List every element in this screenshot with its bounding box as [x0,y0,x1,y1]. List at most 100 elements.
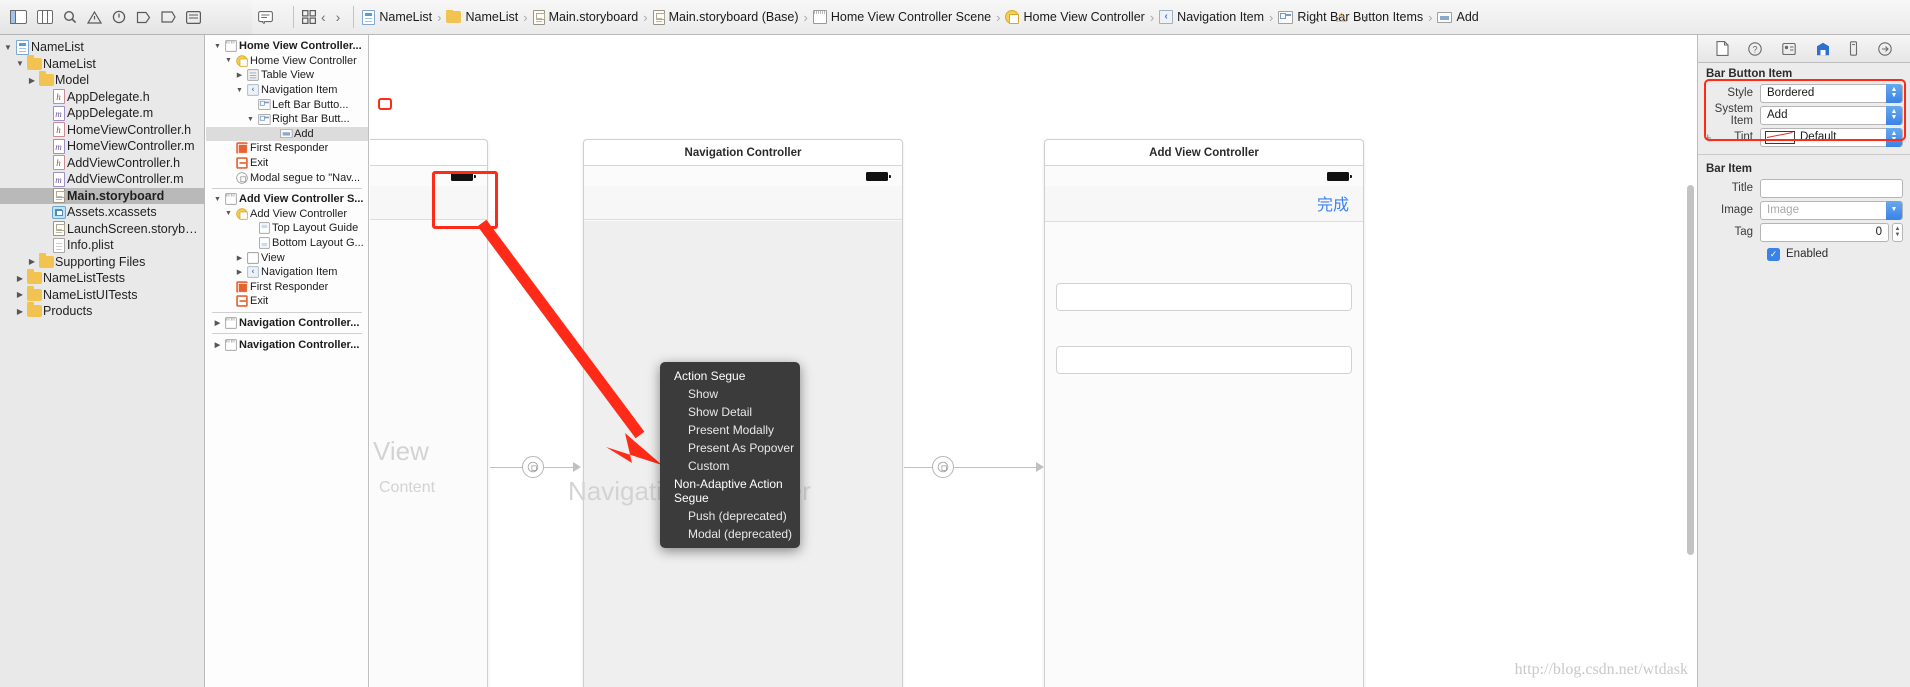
navigator-row-info-plist[interactable]: Info.plist [0,237,204,254]
navigator-row-model[interactable]: ▶ Model [0,71,204,89]
outline-row-left-bar-button-items[interactable]: Left Bar Butto... [206,97,368,112]
disclosure-triangle-icon[interactable]: ▼ [212,196,223,203]
chevron-updown-icon[interactable]: ▲ ▼ [1886,83,1902,103]
done-bar-button-item[interactable]: 完成 [1317,191,1349,215]
disclosure-triangle-icon[interactable]: ▼ [212,43,223,50]
disclosure-triangle-icon[interactable]: ▶ [212,341,223,349]
outline-row-add-exit[interactable]: Exit [206,294,368,309]
search-icon[interactable] [63,10,77,24]
disclosure-triangle-icon[interactable]: ▼ [223,210,234,217]
disclosure-triangle-icon[interactable]: ▶ [234,71,245,79]
navigator-row-products[interactable]: ▶ Products [0,302,204,320]
add-bar-item-button[interactable]: + [1704,130,1712,145]
breadcrumb-item-scene[interactable]: Home View Controller Scene [812,10,991,24]
file-inspector-icon[interactable] [1716,41,1729,56]
storyboard-canvas[interactable]: + View Content Navigation Controller Nav… [370,35,1697,687]
navigator-row-supporting-files[interactable]: ▶ Supporting Files [0,252,204,271]
outline-row-home-view-controller[interactable]: ▼ Home View Controller [206,54,368,69]
connections-inspector-icon[interactable] [1878,41,1892,56]
context-menu-item-modal-deprecated[interactable]: Modal (deprecated) [660,525,800,543]
disclosure-triangle-icon[interactable]: ▶ [14,307,26,316]
color-swatch[interactable] [1765,130,1795,144]
style-popup[interactable]: Bordered ▲ ▼ [1760,83,1903,103]
breadcrumb-item-navigation-item[interactable]: ‹ Navigation Item [1159,10,1264,24]
warning-icon[interactable] [87,10,102,24]
view-toggle-icon[interactable] [37,10,53,24]
outline-row-add-navigation-item[interactable]: ▶ ‹ Navigation Item [206,265,368,280]
navigator-row-homeviewcontroller-m[interactable]: m HomeViewController.m [0,138,204,155]
outline-row-first-responder[interactable]: First Responder [206,141,368,156]
context-menu-item-present-as-popover[interactable]: Present As Popover [660,439,800,457]
add-navigation-bar[interactable]: 完成 [1045,186,1363,222]
related-items-icon[interactable] [258,10,273,24]
editor-forward-chevron-icon[interactable]: › [1358,10,1373,26]
tag-field[interactable]: 0 [1760,222,1889,242]
outline-row-add-view-controller-scene[interactable]: ▼ Add View Controller S... [206,192,368,207]
context-menu-item-show-detail[interactable]: Show Detail [660,403,800,421]
canvas-vertical-scrollbar[interactable] [1687,185,1694,555]
outline-row-add-first-responder[interactable]: First Responder [206,280,368,295]
navigator-row-namelistuitests[interactable]: ▶ NameListUITests [0,285,204,304]
editor-layout-icon[interactable] [10,10,27,24]
system-item-popup[interactable]: Add ▲ ▼ [1760,105,1903,125]
enabled-checkbox[interactable]: ✓ [1767,247,1780,261]
outline-row-top-layout-guide[interactable]: Top Layout Guide [206,221,368,236]
title-field[interactable] [1760,178,1903,198]
disclosure-triangle-icon[interactable]: ▶ [234,254,245,262]
navigator-row-main-storyboard[interactable]: Main.storyboard [0,187,204,204]
disclosure-triangle-icon[interactable]: ▼ [234,87,245,94]
jumpbar-forward-button[interactable]: › [331,9,346,25]
log-navigator-icon[interactable] [186,10,201,24]
nav-navigation-bar[interactable] [584,186,902,220]
document-outline[interactable]: ▼ Home View Controller... ▼ Home View Co… [206,35,369,687]
add-view-controller-scene[interactable]: Add View Controller 完成 [1044,139,1364,687]
detail-text-field[interactable] [1056,346,1352,374]
disclosure-triangle-icon[interactable]: ▼ [2,43,14,52]
outline-row-exit[interactable]: Exit [206,156,368,171]
breadcrumb-item-view-controller[interactable]: Home View Controller [1005,10,1145,24]
editor-back-chevron-icon[interactable]: ‹ [1310,10,1325,26]
navigator-row-namelisttests[interactable]: ▶ NameListTests [0,269,204,287]
home-navigation-bar[interactable]: + [370,186,487,220]
breadcrumb-item-add[interactable]: Add [1437,10,1479,24]
outline-row-navigation-controller-scene-2[interactable]: ▶ Navigation Controller... [206,337,368,352]
segue-relationship-icon-2[interactable] [932,456,954,478]
outline-row-modal-segue[interactable]: Modal segue to "Nav... [206,170,368,185]
grid-icon[interactable] [302,10,316,24]
segue-relationship-icon-1[interactable] [522,456,544,478]
disclosure-triangle-icon[interactable]: ▼ [223,57,234,64]
inspector-tab-bar[interactable]: ? [1698,35,1910,63]
outline-row-view[interactable]: ▶ View [206,250,368,265]
name-text-field[interactable] [1056,283,1352,311]
context-menu-item-custom[interactable]: Custom [660,457,800,475]
disclosure-triangle-icon[interactable]: ▶ [212,319,223,327]
size-inspector-icon[interactable] [1849,41,1858,56]
attributes-inspector-icon[interactable] [1816,42,1830,56]
navigator-row-namelist-project[interactable]: ▼ NameList [0,39,204,56]
jumpbar-back-button[interactable]: ‹ [316,9,331,25]
attributes-inspector[interactable]: ? Bar Button Item Style Bordered ▲ ▼ Sys… [1697,35,1910,687]
tint-popup[interactable]: Default ▲ ▼ [1760,127,1903,147]
navigator-row-appdelegate-h[interactable]: h AppDelegate.h [0,89,204,106]
disclosure-triangle-icon[interactable]: ▼ [14,59,26,68]
tag-stepper[interactable]: ▲ ▼ [1892,222,1903,242]
warning-triangle-icon[interactable]: ⚠ [1336,10,1348,26]
chevron-down-icon[interactable]: ▼ [1886,200,1902,220]
breadcrumb-item-project[interactable]: NameList [362,9,432,25]
navigator-row-homeviewcontroller-h[interactable]: h HomeViewController.h [0,122,204,139]
context-menu-item-show[interactable]: Show [660,385,800,403]
context-menu-item-push-deprecated[interactable]: Push (deprecated) [660,507,800,525]
chevron-updown-icon[interactable]: ▲ ▼ [1886,127,1902,147]
disclosure-triangle-icon[interactable]: ▶ [14,274,26,283]
outline-row-navigation-item[interactable]: ▼ ‹ Navigation Item [206,83,368,98]
disclosure-triangle-icon[interactable]: ▶ [26,257,38,266]
navigator-row-launchscreen-storyboard[interactable]: LaunchScreen.storyboard [0,221,204,238]
outline-row-add-view-controller[interactable]: ▼ Add View Controller [206,207,368,222]
context-menu-item-present-modally[interactable]: Present Modally [660,421,800,439]
tag-icon[interactable] [136,11,151,24]
breadcrumb-item-storyboard[interactable]: Main.storyboard [532,9,638,25]
quick-help-icon[interactable]: ? [1748,41,1763,56]
disclosure-triangle-icon[interactable]: ▶ [14,290,26,299]
outline-row-bottom-layout-guide[interactable]: Bottom Layout G... [206,236,368,251]
image-combo[interactable]: Image ▼ [1760,200,1903,220]
